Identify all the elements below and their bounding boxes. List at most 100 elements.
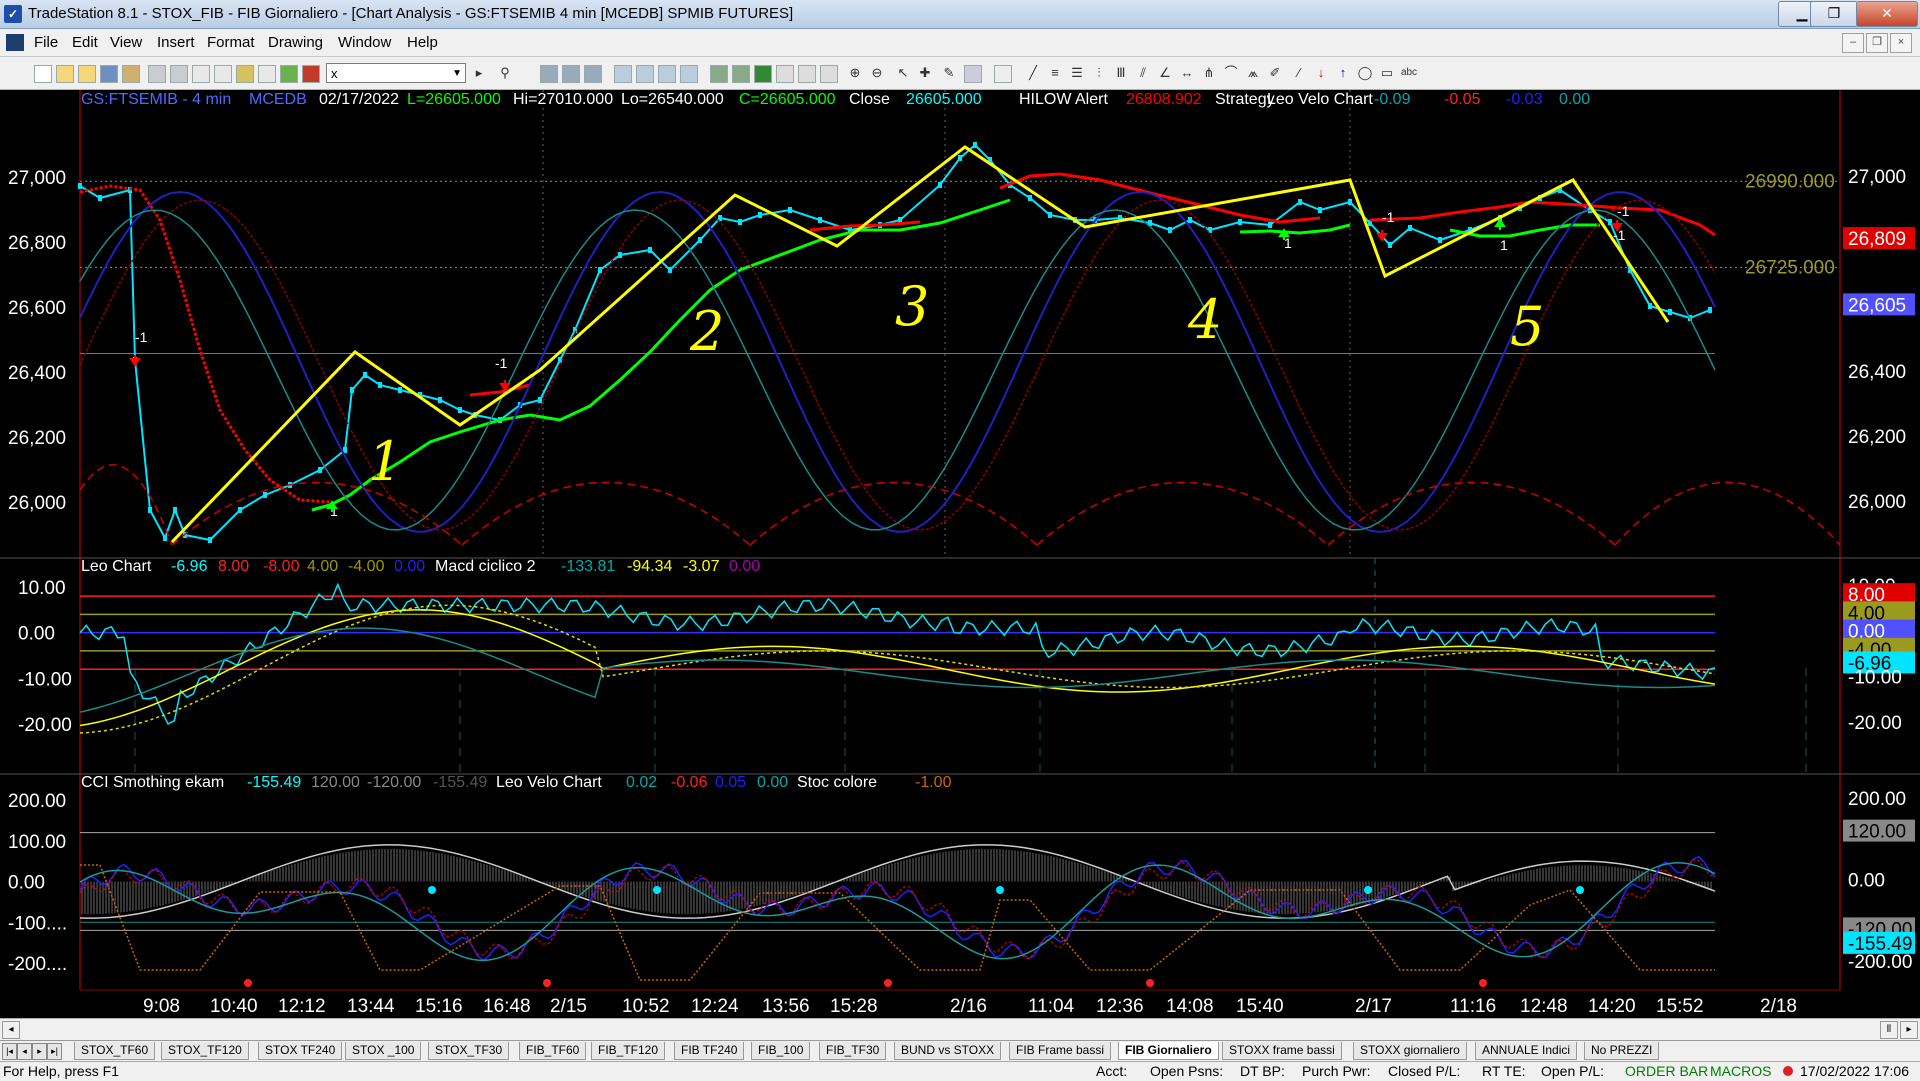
- expand-icon[interactable]: [820, 65, 838, 83]
- order-bar-label[interactable]: ORDER BAR: [1625, 1063, 1708, 1079]
- new-icon[interactable]: [34, 65, 52, 83]
- paste-icon[interactable]: [258, 65, 276, 83]
- window-stack-icon[interactable]: [680, 65, 698, 83]
- strategy-icon[interactable]: [732, 65, 750, 83]
- tab-stox-100[interactable]: STOX _100: [345, 1042, 422, 1060]
- chart-window-icon[interactable]: [6, 34, 24, 51]
- tab-fib-tf60[interactable]: FIB_TF60: [519, 1042, 587, 1060]
- arrow-horizontal-icon[interactable]: ↔: [1178, 63, 1196, 83]
- lock-icon[interactable]: [236, 65, 254, 83]
- grid-icon[interactable]: [280, 65, 298, 83]
- bar-chart-icon[interactable]: [614, 65, 632, 83]
- save-all-icon[interactable]: [122, 65, 140, 83]
- horizontal-scrollbar[interactable]: ◂ ⦀ ▸: [0, 1018, 1920, 1040]
- tab-fib-frame-bassi[interactable]: FIB Frame bassi: [1009, 1042, 1112, 1060]
- tab-fib-100[interactable]: FIB_100: [751, 1042, 811, 1060]
- alert-icon[interactable]: [302, 65, 320, 83]
- combo-arrow-icon[interactable]: ▼: [452, 64, 462, 84]
- menu-edit[interactable]: Edit: [72, 34, 98, 51]
- regression-icon[interactable]: ⁄: [1290, 63, 1308, 83]
- line-chart-icon[interactable]: [636, 65, 654, 83]
- tab-annuale-indici[interactable]: ANNUALE Indici: [1475, 1042, 1578, 1060]
- scroll-thumb-icon[interactable]: ⦀: [1880, 1021, 1898, 1039]
- tradestation-app-icon[interactable]: ✓: [4, 5, 22, 23]
- chart-analysis-icon[interactable]: [540, 65, 558, 83]
- menu-help[interactable]: Help: [407, 34, 438, 51]
- tab-no-prezzi[interactable]: No PREZZI: [1584, 1042, 1660, 1060]
- tab-stox-tf240[interactable]: STOX TF240: [258, 1042, 343, 1060]
- mdi-close-button[interactable]: ×: [1890, 33, 1912, 53]
- tab-stoxx-giornaliero[interactable]: STOXX giornaliero: [1353, 1042, 1467, 1060]
- radar-screen-icon[interactable]: [562, 65, 580, 83]
- menu-view[interactable]: View: [110, 34, 142, 51]
- panel3-axis-label: 200.00: [8, 791, 66, 812]
- ellipse-icon[interactable]: ◯: [1356, 63, 1374, 83]
- tab-prev-icon[interactable]: ◂: [17, 1043, 32, 1060]
- vertical-lines-icon[interactable]: Ⅲ: [1112, 63, 1130, 83]
- tab-fib-tf30[interactable]: FIB_TF30: [819, 1042, 887, 1060]
- tab-stoxx-frame-bassi[interactable]: STOXX frame bassi: [1222, 1042, 1342, 1060]
- channel-icon[interactable]: ⫽: [1134, 63, 1152, 83]
- menu-insert[interactable]: Insert: [157, 34, 195, 51]
- save-icon[interactable]: [100, 65, 118, 83]
- tab-first-icon[interactable]: |◂: [2, 1043, 17, 1060]
- open-icon[interactable]: [56, 65, 74, 83]
- tab-stox-tf60[interactable]: STOX_TF60: [74, 1042, 156, 1060]
- go-arrow-icon[interactable]: ▸: [470, 63, 488, 83]
- menu-file[interactable]: File: [34, 34, 58, 51]
- menu-drawing[interactable]: Drawing: [268, 34, 323, 51]
- disabled-icon[interactable]: [994, 65, 1012, 83]
- open-folder-icon[interactable]: [78, 65, 96, 83]
- menu-window[interactable]: Window: [338, 34, 391, 51]
- tab-last-icon[interactable]: ▸|: [47, 1043, 62, 1060]
- print-icon[interactable]: [148, 65, 166, 83]
- tab-bund-vs-stoxx[interactable]: BUND vs STOXX: [894, 1042, 1002, 1060]
- print-preview-icon[interactable]: [170, 65, 188, 83]
- candlestick-icon[interactable]: [754, 65, 772, 83]
- compress-icon[interactable]: [798, 65, 816, 83]
- speed-lines-icon[interactable]: ⋔: [1200, 63, 1218, 83]
- close-button[interactable]: ✕: [1856, 1, 1918, 27]
- arrow-down-icon[interactable]: ↓: [1312, 63, 1330, 83]
- macros-label[interactable]: MACROS: [1710, 1063, 1771, 1079]
- cursor-icon[interactable]: ↖: [894, 63, 912, 83]
- bars-icon[interactable]: [776, 65, 794, 83]
- gann-fan-icon[interactable]: ⩕: [1244, 63, 1262, 83]
- tab-fib-tf240[interactable]: FIB TF240: [674, 1042, 745, 1060]
- macd-yellow-line: [79, 609, 1716, 727]
- chart-canvas[interactable]: 12 3 4 5-11-1-11-11-127,00026,80026,60026,4…: [0, 90, 1920, 1018]
- copy-icon[interactable]: [214, 65, 232, 83]
- data-window-icon[interactable]: [964, 65, 982, 83]
- fib-fan-icon[interactable]: ⫶: [1090, 63, 1108, 83]
- tab-fib-tf120[interactable]: FIB_TF120: [591, 1042, 666, 1060]
- tools-icon[interactable]: ✎: [940, 63, 958, 83]
- rectangle-icon[interactable]: ▭: [1378, 63, 1396, 83]
- text-tool-icon[interactable]: abc: [1400, 63, 1418, 83]
- menu-format[interactable]: Format: [207, 34, 255, 51]
- mdi-restore-button[interactable]: ❐: [1866, 33, 1888, 53]
- indicator-icon[interactable]: [710, 65, 728, 83]
- tab-stox-tf120[interactable]: STOX_TF120: [161, 1042, 249, 1060]
- window-chart-icon[interactable]: [658, 65, 676, 83]
- fib-retracement-icon[interactable]: ☰: [1068, 63, 1086, 83]
- tab-stox-tf30[interactable]: STOX_TF30: [428, 1042, 510, 1060]
- scroll-left-icon[interactable]: ◂: [2, 1021, 20, 1039]
- horizontal-lines-icon[interactable]: ≡: [1046, 63, 1064, 83]
- matrix-icon[interactable]: [584, 65, 602, 83]
- scroll-right-icon[interactable]: ▸: [1900, 1021, 1918, 1039]
- tab-fib-giornaliero[interactable]: FIB Giornaliero: [1118, 1042, 1219, 1060]
- mdi-minimize-button[interactable]: –: [1842, 33, 1864, 53]
- arrow-up-icon[interactable]: ↑: [1334, 63, 1352, 83]
- zoom-out-icon[interactable]: ⊖: [868, 63, 886, 83]
- cut-icon[interactable]: [192, 65, 210, 83]
- arc-icon[interactable]: ⌒: [1222, 63, 1240, 83]
- restore-button[interactable]: ❐: [1810, 1, 1858, 27]
- symbol-combo[interactable]: x ▼: [326, 63, 466, 83]
- crosshair-icon[interactable]: ✚: [916, 63, 934, 83]
- trendline-icon[interactable]: ╱: [1024, 63, 1042, 83]
- pen-icon[interactable]: ✐: [1266, 63, 1284, 83]
- tab-next-icon[interactable]: ▸: [32, 1043, 47, 1060]
- symbol-lookup-icon[interactable]: ⚲: [496, 63, 514, 83]
- angle-icon[interactable]: ∠: [1156, 63, 1174, 83]
- zoom-in-icon[interactable]: ⊕: [846, 63, 864, 83]
